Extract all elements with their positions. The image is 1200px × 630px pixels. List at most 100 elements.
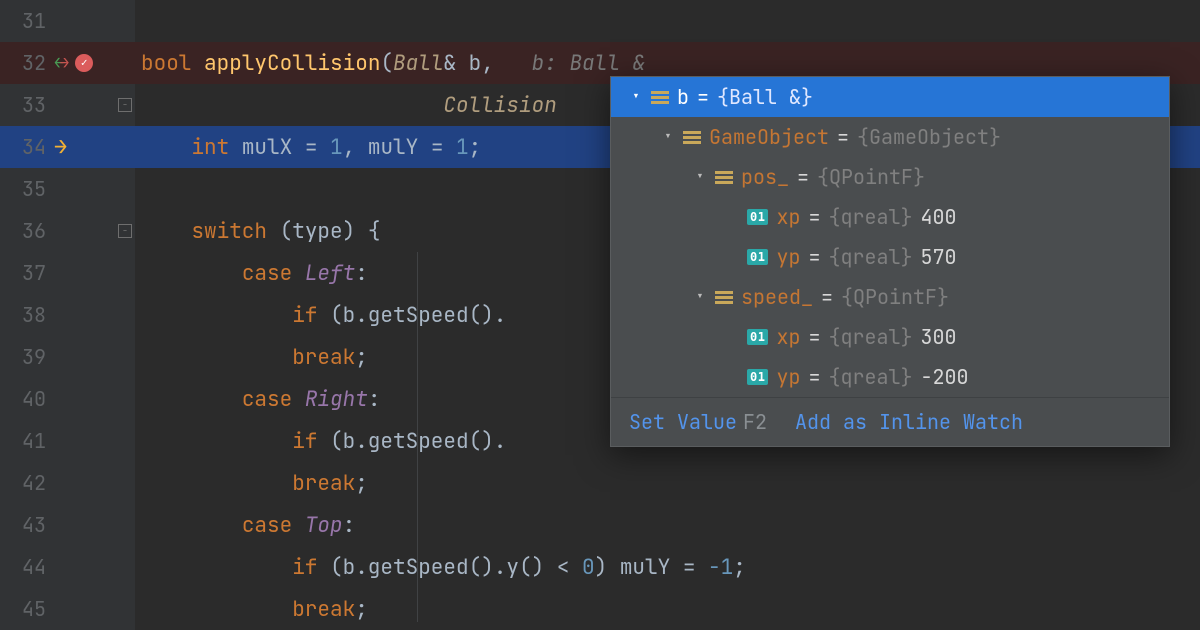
- variable-name: b: [677, 87, 689, 107]
- primitive-badge-icon: 01: [747, 369, 768, 385]
- variable-type: {Ball &}: [717, 87, 813, 107]
- line-number: 32: [0, 53, 46, 73]
- indent-guide: [417, 252, 418, 622]
- variable-value: 400: [920, 207, 956, 227]
- variable-row[interactable]: ▾speed_ = {QPointF}: [611, 277, 1169, 317]
- primitive-badge-icon: 01: [747, 329, 768, 345]
- variable-row[interactable]: ▾b = {Ball &}: [611, 77, 1169, 117]
- keyword: int: [191, 137, 229, 158]
- line-number: 44: [0, 557, 46, 577]
- number: 1: [330, 137, 343, 158]
- primitive-badge-icon: 01: [747, 249, 768, 265]
- type: Ball: [393, 53, 443, 74]
- keyword: if: [292, 305, 317, 326]
- line-number: 35: [0, 179, 46, 199]
- line-number: 41: [0, 431, 46, 451]
- variable-name: xp: [776, 207, 800, 227]
- variable-name: yp: [776, 247, 800, 267]
- line-number: 45: [0, 599, 46, 619]
- shortcut-hint: F2: [743, 409, 767, 435]
- keyword: case: [242, 389, 305, 410]
- variable-row[interactable]: 01xp = {qreal} 300: [611, 317, 1169, 357]
- code-line[interactable]: break;: [135, 462, 1200, 504]
- function-name: applyCollision: [204, 53, 380, 74]
- gutter-row: 39: [0, 336, 135, 378]
- variable-row[interactable]: ▾pos_ = {QPointF}: [611, 157, 1169, 197]
- number: 1: [456, 137, 469, 158]
- popup-footer: Set ValueF2 Add as Inline Watch: [611, 397, 1169, 446]
- keyword: break: [292, 473, 355, 494]
- enum: Left: [305, 263, 355, 284]
- keyword: if: [292, 557, 317, 578]
- gutter-row: 40: [0, 378, 135, 420]
- keyword: if: [292, 431, 317, 452]
- variable-name: yp: [776, 367, 800, 387]
- gutter-row: 35: [0, 168, 135, 210]
- gutter: 31 32 ←→ 33 − 34 → 35 36 − 37 38: [0, 0, 135, 630]
- keyword: break: [292, 599, 355, 620]
- variable-row[interactable]: 01yp = {qreal} 570: [611, 237, 1169, 277]
- gutter-row: 45: [0, 588, 135, 630]
- struct-icon: [715, 288, 733, 306]
- struct-icon: [651, 88, 669, 106]
- line-number: 40: [0, 389, 46, 409]
- enum: Right: [305, 389, 368, 410]
- chevron-down-icon[interactable]: ▾: [629, 90, 643, 104]
- struct-icon: [715, 168, 733, 186]
- line-number: 33: [0, 95, 46, 115]
- chevron-down-icon[interactable]: ▾: [693, 290, 707, 304]
- breakpoint-icon[interactable]: [75, 54, 93, 72]
- keyword: break: [292, 347, 355, 368]
- line-number: 37: [0, 263, 46, 283]
- code-line[interactable]: [135, 0, 1200, 42]
- variable-type: {qreal}: [828, 207, 912, 227]
- fold-handle-icon[interactable]: −: [118, 224, 132, 238]
- gutter-row: 32 ←→: [0, 42, 135, 84]
- variable-type: {GameObject}: [857, 127, 1001, 147]
- code-line[interactable]: break;: [135, 588, 1200, 630]
- variable-row[interactable]: ▾GameObject = {GameObject}: [611, 117, 1169, 157]
- inline-hint: b: Ball &: [506, 53, 645, 74]
- keyword: switch: [191, 221, 267, 242]
- add-inline-watch-link[interactable]: Add as Inline Watch: [795, 412, 1023, 432]
- variable-value: 570: [920, 247, 956, 267]
- fold-handle-icon[interactable]: −: [118, 98, 132, 112]
- keyword: case: [242, 263, 305, 284]
- struct-icon: [683, 128, 701, 146]
- variable-row[interactable]: 01xp = {qreal} 400: [611, 197, 1169, 237]
- swap-arrows-icon: ←→: [54, 55, 69, 71]
- set-value-link[interactable]: Set ValueF2: [629, 412, 767, 432]
- gutter-row: 33 −: [0, 84, 135, 126]
- variable-value: -200: [920, 367, 968, 387]
- enum: Top: [305, 515, 343, 536]
- line-number: 36: [0, 221, 46, 241]
- chevron-down-icon[interactable]: ▾: [693, 170, 707, 184]
- line-number: 38: [0, 305, 46, 325]
- primitive-badge-icon: 01: [747, 209, 768, 225]
- line-number: 42: [0, 473, 46, 493]
- variable-row[interactable]: 01yp = {qreal} -200: [611, 357, 1169, 397]
- variable-name: xp: [776, 327, 800, 347]
- line-number: 43: [0, 515, 46, 535]
- execution-point-icon: →: [54, 136, 67, 158]
- variable-name: GameObject: [709, 127, 829, 147]
- code-line[interactable]: if (b.getSpeed().y() < 0) mulY = -1;: [135, 546, 1200, 588]
- gutter-row: 43: [0, 504, 135, 546]
- debug-value-popup: ▾b = {Ball &}▾GameObject = {GameObject}▾…: [610, 76, 1170, 447]
- line-number: 34: [0, 137, 46, 157]
- variable-value: 300: [920, 327, 956, 347]
- gutter-row: 44: [0, 546, 135, 588]
- variable-name: speed_: [741, 287, 813, 307]
- code-line[interactable]: case Top:: [135, 504, 1200, 546]
- chevron-down-icon[interactable]: ▾: [661, 130, 675, 144]
- gutter-row: 34 →: [0, 126, 135, 168]
- gutter-row: 41: [0, 420, 135, 462]
- variable-type: {qreal}: [828, 247, 912, 267]
- type: Collision: [443, 95, 556, 116]
- gutter-row: 31: [0, 0, 135, 42]
- gutter-row: 38: [0, 294, 135, 336]
- gutter-row: 42: [0, 462, 135, 504]
- gutter-row: 37: [0, 252, 135, 294]
- variable-type: {QPointF}: [817, 167, 925, 187]
- keyword: bool: [141, 53, 191, 74]
